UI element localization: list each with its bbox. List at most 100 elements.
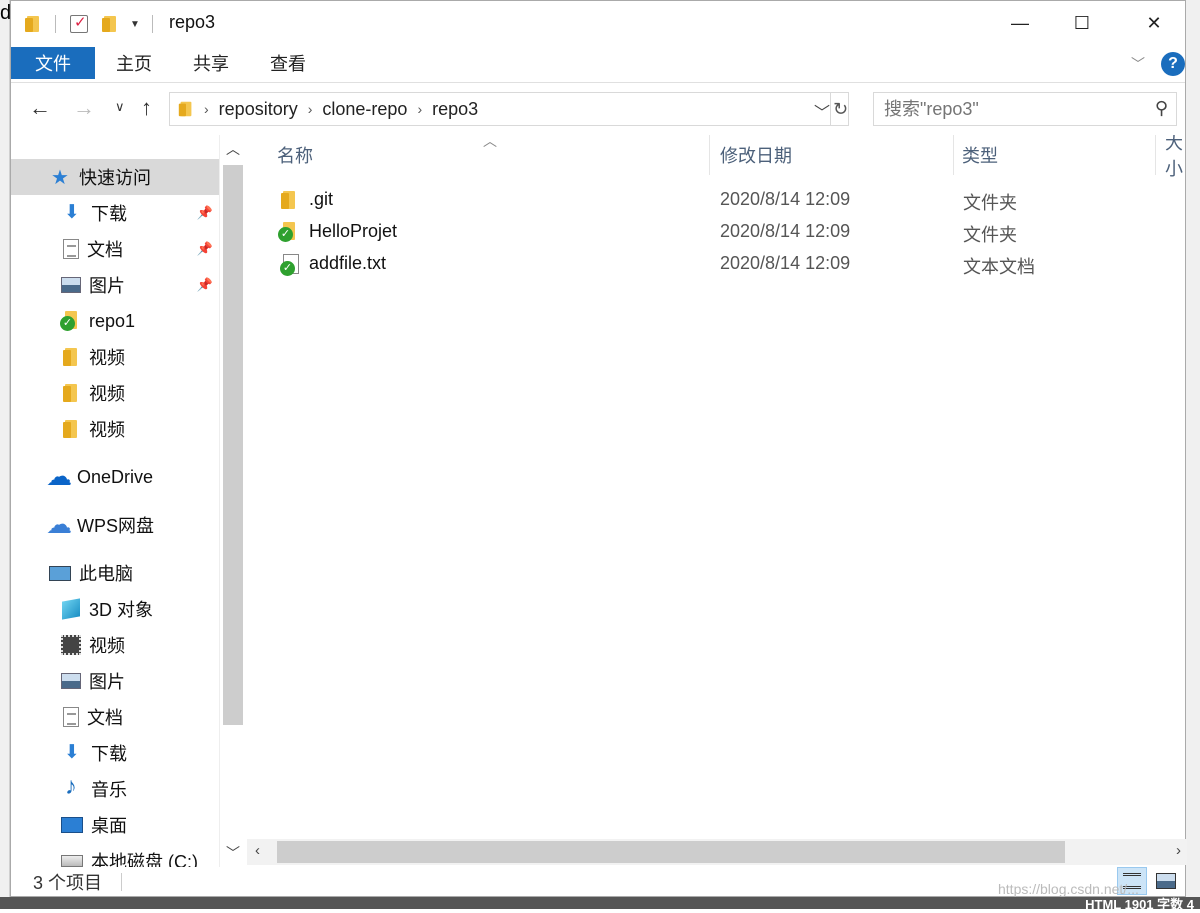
large-icons-view-button[interactable] [1151,867,1181,895]
nav-item-desktop[interactable]: 桌面 [11,807,219,843]
nav-item-documents-pc[interactable]: 文档 [11,699,219,735]
scroll-up-icon[interactable]: ︿ [226,139,240,159]
address-history-icon[interactable]: ﹀ [814,99,830,123]
folder-icon [279,190,299,210]
file-type: 文件夹 [963,189,1017,215]
nav-label: 音乐 [91,776,127,802]
up-button[interactable]: ↑ [141,95,152,121]
large-icons-view-icon [1156,873,1176,889]
file-date: 2020/8/14 12:09 [720,221,850,242]
nav-item-3d-objects[interactable]: 3D 对象 [11,591,219,627]
sort-ascending-icon: ︿ [483,135,497,151]
breadcrumb-repository[interactable]: repository [219,99,298,120]
nav-item-downloads-pc[interactable]: 下载 [11,735,219,771]
back-button[interactable]: ← [29,95,51,121]
nav-label: 文档 [87,236,123,262]
customize-toolbar-icon[interactable]: ▼ [130,19,140,30]
column-header-name[interactable]: 名称 [277,135,313,175]
nav-label: 图片 [89,272,125,298]
nav-label: 桌面 [91,812,127,838]
document-icon [63,239,79,259]
new-folder-icon[interactable] [102,15,118,33]
file-date: 2020/8/14 12:09 [720,253,850,274]
git-folder-icon [61,311,81,331]
video-icon [61,635,81,655]
nav-onedrive[interactable]: OneDrive [11,459,219,495]
close-button[interactable]: ✕ [1131,1,1177,45]
nav-item-video-1[interactable]: 视频 [11,339,219,375]
quick-access-toolbar: ▼ [25,11,153,37]
file-type: 文件夹 [963,221,1017,247]
nav-wps-drive[interactable]: WPS网盘 [11,507,219,543]
download-icon [63,743,83,763]
search-icon[interactable]: ⚲ [1155,98,1168,119]
music-icon [63,779,83,799]
properties-icon[interactable] [70,15,88,33]
maximize-button[interactable]: ☐ [1059,1,1105,45]
navigation-scrollbar[interactable]: ︿ ﹀ [219,135,245,867]
expand-ribbon-icon[interactable]: ﹀ [1131,54,1145,74]
minimize-button[interactable]: — [997,1,1043,45]
status-separator [121,873,122,891]
scroll-right-icon[interactable]: › [1176,842,1181,859]
wps-cloud-icon [49,515,69,535]
nav-item-video-2[interactable]: 视频 [11,375,219,411]
search-box[interactable]: ⚲ [873,92,1177,126]
column-header-date[interactable]: 修改日期 [720,135,792,175]
nav-item-documents[interactable]: 文档 📌 [11,231,219,267]
nav-item-videos[interactable]: 视频 [11,627,219,663]
scrollbar-thumb[interactable] [277,841,1065,863]
column-header-type[interactable]: 类型 [962,135,998,175]
nav-quick-access[interactable]: 快速访问 [11,159,219,195]
pin-icon[interactable]: 📌 [197,277,213,293]
column-divider[interactable] [1155,135,1156,175]
address-folder-icon [179,101,193,117]
nav-item-repo1[interactable]: repo1 [11,303,219,339]
scroll-down-icon[interactable]: ﹀ [226,843,240,863]
nav-item-pictures[interactable]: 图片 📌 [11,267,219,303]
nav-item-video-3[interactable]: 视频 [11,411,219,447]
drive-icon [61,855,83,867]
column-divider[interactable] [709,135,710,175]
scroll-left-icon[interactable]: ‹ [255,842,260,859]
address-bar[interactable]: › repository › clone-repo › repo3 ﹀ ↻ [169,92,849,126]
file-row[interactable]: .git 2020/8/14 12:09 文件夹 [267,184,1167,216]
star-icon [51,167,71,187]
chevron-right-icon[interactable]: › [417,101,422,117]
forward-button[interactable]: → [73,95,95,121]
nav-item-downloads[interactable]: 下载 📌 [11,195,219,231]
window-title: repo3 [169,12,215,33]
nav-this-pc[interactable]: 此电脑 [11,555,219,591]
tab-home[interactable]: 主页 [116,47,152,79]
help-icon[interactable]: ? [1161,52,1185,76]
nav-item-music[interactable]: 音乐 [11,771,219,807]
tab-view[interactable]: 查看 [270,47,306,79]
breadcrumb-repo3[interactable]: repo3 [432,99,478,120]
breadcrumb-clone-repo[interactable]: clone-repo [322,99,407,120]
nav-item-local-disk[interactable]: 本地磁盘 (C:) [11,843,219,867]
search-input[interactable] [884,99,1134,120]
file-row[interactable]: HelloProjet 2020/8/14 12:09 文件夹 [267,216,1167,248]
refresh-icon[interactable]: ↻ [830,93,850,125]
nav-label: 3D 对象 [89,596,153,622]
scrollbar-thumb[interactable] [223,165,243,725]
nav-label: 图片 [89,668,125,694]
chevron-right-icon[interactable]: › [204,101,209,117]
column-header-size[interactable]: 大小 [1165,135,1187,175]
computer-icon [49,566,71,581]
file-name: HelloProjet [309,221,397,242]
recent-locations-icon[interactable]: ∨ [115,99,125,115]
background-window-edge-right [1186,0,1200,909]
nav-item-pictures-pc[interactable]: 图片 [11,663,219,699]
tab-share[interactable]: 共享 [193,47,229,79]
pin-icon[interactable]: 📌 [197,241,213,257]
column-divider[interactable] [953,135,954,175]
tab-file[interactable]: 文件 [11,47,95,79]
navigation-pane: 快速访问 下载 📌 文档 📌 图片 📌 repo1 视频 视频 [11,135,219,867]
horizontal-scrollbar[interactable]: ‹ › [247,839,1187,865]
nav-label: 快速访问 [79,164,151,190]
window-folder-icon [25,15,41,33]
file-row[interactable]: addfile.txt 2020/8/14 12:09 文本文档 [267,248,1167,280]
chevron-right-icon[interactable]: › [308,101,313,117]
pin-icon[interactable]: 📌 [197,205,213,221]
